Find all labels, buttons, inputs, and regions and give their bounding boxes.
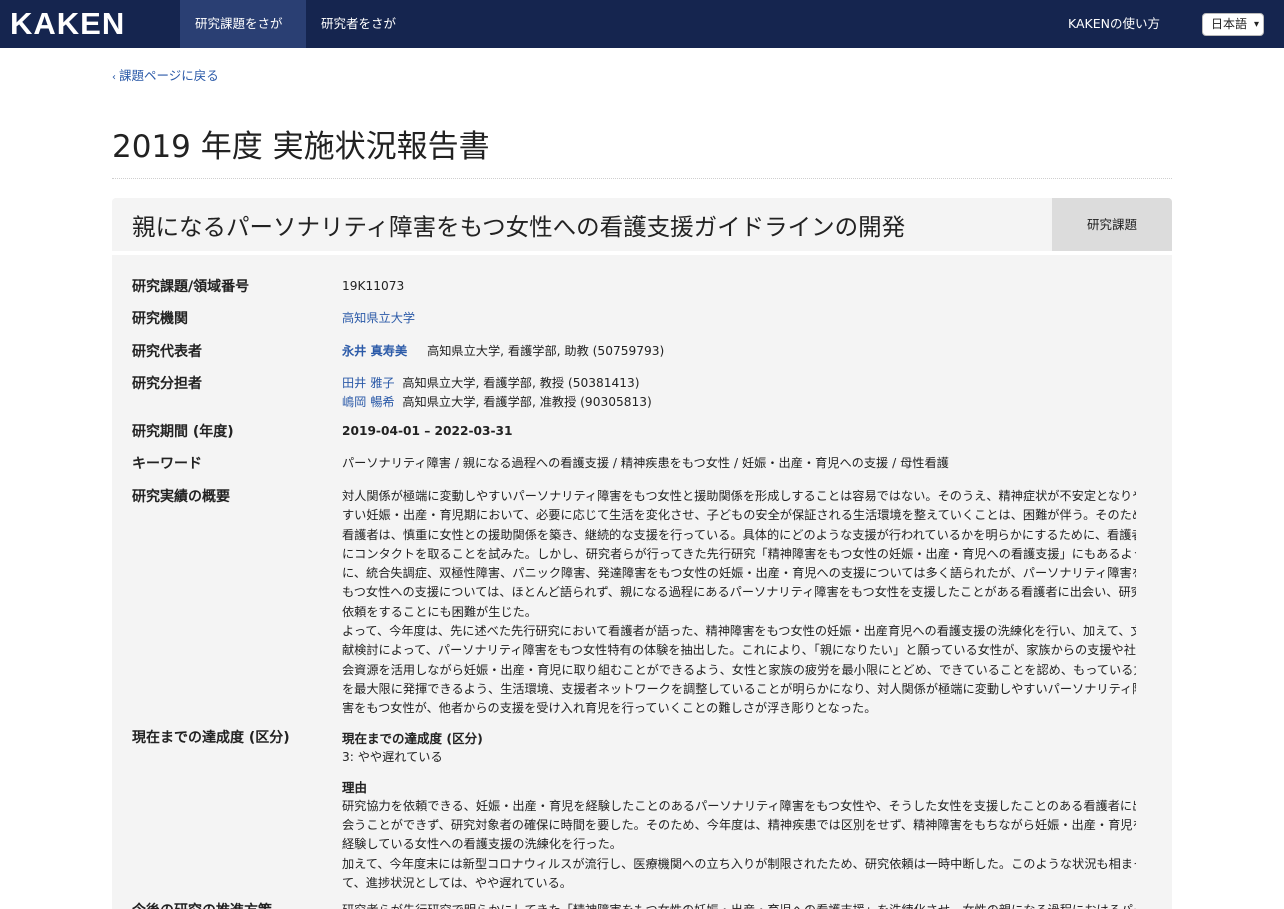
summary-line: もつ女性への支援については、ほとんど語られず、親になる過程にあるパーソナリティ障… bbox=[342, 585, 1136, 600]
value-project-number: 19K11073 bbox=[342, 279, 405, 293]
label-progress: 現在までの達成度 (区分) bbox=[132, 730, 290, 746]
summary-line: 会資源を活用しながら妊娠・出産・育児に取り組むことができるよう、女性と家族の疲労… bbox=[342, 662, 1136, 677]
institution-link[interactable]: 高知県立大学 bbox=[342, 311, 415, 325]
co-investigator-affiliation: 高知県立大学, 看護学部, 准教授 (90305813) bbox=[402, 395, 652, 410]
language-select[interactable]: 日本語 ▾ bbox=[1202, 13, 1264, 36]
chevron-down-icon: ▾ bbox=[1253, 19, 1259, 30]
label-future-plan: 今後の研究の推進方策 bbox=[132, 900, 272, 909]
summary-line: よって、今年度は、先に述べた先行研究において看護者が語った、精神障害をもつ女性の… bbox=[342, 624, 1136, 639]
label-period: 研究期間 (年度) bbox=[132, 424, 234, 440]
top-navbar: KAKEN 研究課題をさがす 研究者をさがす KAKENの使い方 日本語 ▾ bbox=[0, 0, 1284, 79]
progress-subhead: 現在までの達成度 (区分) bbox=[342, 731, 483, 746]
value-keywords: パーソナリティ障害 / 親になる過程への看護支援 / 精神疾患をもつ女性 / 妊… bbox=[342, 456, 949, 470]
progress-value: 3: やや遅れている bbox=[342, 750, 443, 765]
co-investigator-name-link[interactable]: 田井 雅子 bbox=[342, 376, 395, 390]
reason-line: 会うことができず、研究対象者の確保に時間を要した。そのため、今年度は、精神疾患で… bbox=[342, 818, 1136, 833]
value-summary: 対人関係が極端に変動しやすいパーソナリティ障害をもつ女性と援助関係を形成しするこ… bbox=[342, 487, 1136, 719]
label-summary: 研究実績の概要 bbox=[132, 489, 230, 505]
co-investigator-name-link[interactable]: 嶋岡 暢希 bbox=[342, 395, 395, 409]
label-institution: 研究機関 bbox=[132, 311, 188, 327]
type-badge: 研究課題 bbox=[1052, 198, 1172, 251]
reason-line: 加えて、今年度末には新型コロナウィルスが流行し、医療機関への立ち入りが制限された… bbox=[342, 856, 1136, 871]
co-investigator-affiliation: 高知県立大学, 看護学部, 教授 (50381413) bbox=[402, 376, 640, 390]
pi-name-link[interactable]: 永井 真寿美 bbox=[342, 344, 407, 358]
label-co-investigators: 研究分担者 bbox=[132, 376, 202, 392]
summary-line: を最大限に発揮できるよう、生活環境、支援者ネットワークを調整していることが明らか… bbox=[342, 681, 1136, 696]
reason-line: 研究協力を依頼できる、妊娠・出産・育児を経験したことのあるパーソナリティ障害をも… bbox=[342, 798, 1136, 813]
summary-line: に、統合失調症、双極性障害、パニック障害、発達障害をもつ女性の妊娠・出産・育児へ… bbox=[342, 566, 1136, 581]
pi-affiliation: 高知県立大学, 看護学部, 助教 (50759793) bbox=[427, 344, 665, 358]
summary-line: 対人関係が極端に変動しやすいパーソナリティ障害をもつ女性と援助関係を形成しするこ… bbox=[342, 489, 1136, 503]
project-title: 親になるパーソナリティ障害をもつ女性への看護支援ガイドラインの開発 bbox=[132, 213, 906, 241]
title-divider bbox=[112, 178, 1172, 179]
language-selected-value: 日本語 bbox=[1211, 17, 1248, 31]
chevron-left-icon: ‹ bbox=[112, 72, 116, 83]
tab-search-projects[interactable]: 研究課題をさがす bbox=[180, 0, 306, 79]
label-keywords: キーワード bbox=[132, 456, 202, 472]
reason-line: 経験している女性への看護支援の洗練化を行った。 bbox=[342, 837, 622, 852]
value-period: 2019-04-01 – 2022-03-31 bbox=[342, 424, 513, 438]
reason-subhead: 理由 bbox=[342, 779, 368, 795]
reason-line: て、進捗状況としては、やや遅れている。 bbox=[342, 876, 572, 891]
value-future-plan: 研究者らが先行研究で明らかにしてきた「精神障害をもつ女性の妊娠・出産・育児への看… bbox=[342, 901, 1136, 909]
tab-search-researchers[interactable]: 研究者をさがす bbox=[306, 0, 422, 79]
project-details: 研究課題/領域番号 19K11073 研究機関 高知県立大学 研究代表者 永井 … bbox=[112, 255, 1172, 909]
back-to-project-link[interactable]: ‹ 課題ページに戻る bbox=[112, 67, 219, 87]
label-principal-investigator: 研究代表者 bbox=[132, 344, 202, 360]
help-link[interactable]: KAKENの使い方 bbox=[1068, 0, 1160, 48]
co-investigator-item: 田井 雅子 高知県立大学, 看護学部, 教授 (50381413) bbox=[342, 374, 1136, 393]
summary-line: 看護者は、慎重に女性との援助関係を築き、継続的な支援を行っている。具体的にどのよ… bbox=[342, 527, 1136, 542]
kaken-logo[interactable]: KAKEN bbox=[10, 6, 125, 42]
project-header: 親になるパーソナリティ障害をもつ女性への看護支援ガイドラインの開発 研究課題 bbox=[112, 198, 1172, 251]
co-investigator-item: 嶋岡 暢希 高知県立大学, 看護学部, 准教授 (90305813) bbox=[342, 393, 1136, 412]
summary-line: すい妊娠・出産・育児期において、必要に応じて生活を変化させ、子どもの安全が保証さ… bbox=[342, 508, 1136, 523]
value-progress: 現在までの達成度 (区分) 3: やや遅れている 理由 研究協力を依頼できる、妊… bbox=[342, 729, 1136, 893]
back-link-label: 課題ページに戻る bbox=[119, 68, 219, 83]
label-project-number: 研究課題/領域番号 bbox=[132, 279, 250, 295]
page-title: 2019 年度 実施状況報告書 bbox=[112, 129, 490, 165]
summary-line: 依頼をすることにも困難が生じた。 bbox=[342, 604, 537, 619]
summary-line: にコンタクトを取ることを試みた。しかし、研究者らが行ってきた先行研究「精神障害を… bbox=[342, 546, 1136, 561]
summary-line: 献検討によって、パーソナリティ障害をもつ女性特有の体験を抽出した。これにより、「… bbox=[342, 643, 1136, 658]
summary-line: 害をもつ女性が、他者からの支援を受け入れ育児を行っていくことの難しさが浮き彫りと… bbox=[342, 701, 877, 716]
